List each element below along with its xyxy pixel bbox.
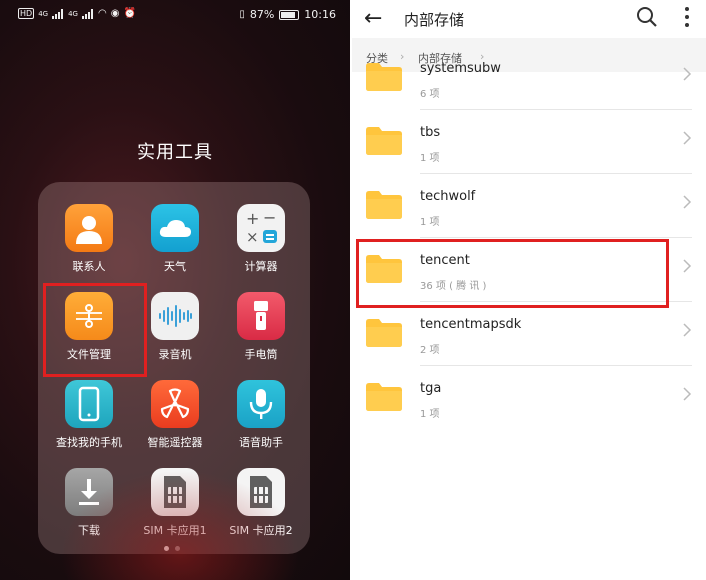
find-phone-icon: [65, 380, 113, 428]
file-name: systemsubw: [420, 61, 501, 76]
page-dot: [175, 546, 180, 551]
app-label: 联系人: [72, 260, 106, 273]
file-meta: 1 项: [420, 153, 440, 164]
app-sim1[interactable]: SIM 卡应用1: [127, 468, 223, 538]
remote-icon: [151, 380, 199, 428]
folder-icon: [366, 383, 402, 411]
voice-assistant-icon: [237, 380, 285, 428]
app-voice-assistant[interactable]: 语音助手: [213, 380, 309, 450]
weather-icon: [151, 204, 199, 252]
signal-icon: [52, 8, 64, 19]
chevron-right-icon: [683, 195, 692, 209]
app-label: 智能遥控器: [147, 436, 203, 449]
alarm-icon: ⏰: [123, 8, 136, 19]
chevron-right-icon: [683, 323, 692, 337]
app-label: 查找我的手机: [56, 436, 122, 449]
svg-text:×: ×: [246, 228, 259, 246]
file-meta: 1 项: [420, 217, 440, 228]
battery-percent: 87%: [249, 8, 275, 21]
hd-indicator: HD: [18, 8, 35, 19]
list-item[interactable]: tga 1 项: [352, 366, 706, 430]
file-name: tbs: [420, 125, 441, 140]
app-weather[interactable]: 天气: [127, 204, 223, 274]
page-indicator: [164, 546, 180, 551]
list-item[interactable]: systemsubw 6 项: [352, 46, 706, 110]
eye-icon: ◉: [110, 8, 120, 19]
clock: 10:16: [304, 8, 336, 21]
app-calculator[interactable]: + − × 计算器: [213, 204, 309, 274]
sim-icon: [237, 468, 285, 516]
wifi-icon: ◠: [97, 8, 107, 19]
app-sim2[interactable]: SIM 卡应用2: [213, 468, 309, 538]
folder-icon: [366, 319, 402, 347]
app-remote[interactable]: 智能遥控器: [127, 380, 223, 450]
file-meta: 2 项: [420, 345, 440, 356]
vibrate-icon: ▯: [239, 9, 245, 20]
file-manager-screen: ← 内部存储 分类 › 内部存储 › systemsubw 6 项 tbs 1 …: [352, 0, 706, 580]
recorder-icon: [151, 292, 199, 340]
top-app-bar: ← 内部存储: [352, 0, 706, 38]
page-dot: [164, 546, 169, 551]
app-label: SIM 卡应用2: [229, 524, 293, 537]
app-flashlight[interactable]: 手电筒: [213, 292, 309, 362]
home-screen: HD 4G 4G ◠ ◉ ⏰ ▯ 87% 10:16 实用工具 联系人 天气 +…: [0, 0, 350, 580]
sim-icon: [151, 468, 199, 516]
folder-title: 实用工具: [137, 142, 213, 163]
highlight-box: [356, 239, 669, 308]
download-icon: [65, 468, 113, 516]
chevron-right-icon: [683, 67, 692, 81]
list-item[interactable]: tencentmapsdk 2 项: [352, 302, 706, 366]
page-title: 内部存储: [404, 11, 465, 29]
app-label: SIM 卡应用1: [143, 524, 207, 537]
back-arrow-icon[interactable]: ←: [364, 6, 382, 31]
folder-icon: [366, 63, 402, 91]
flashlight-icon: [237, 292, 285, 340]
net-label-2: 4G: [68, 9, 78, 18]
file-meta: 6 项: [420, 89, 440, 100]
contacts-icon: [65, 204, 113, 252]
app-label: 计算器: [244, 260, 278, 273]
chevron-right-icon: [683, 131, 692, 145]
file-name: tencentmapsdk: [420, 317, 522, 332]
battery-icon: [279, 9, 300, 20]
list-item[interactable]: techwolf 1 项: [352, 174, 706, 238]
app-contacts[interactable]: 联系人: [41, 204, 137, 274]
file-name: tga: [420, 381, 442, 396]
app-label: 手电筒: [244, 348, 278, 361]
folder-icon: [366, 191, 402, 219]
file-meta: 1 项: [420, 409, 440, 420]
list-item[interactable]: tbs 1 项: [352, 110, 706, 174]
app-label: 语音助手: [239, 436, 283, 449]
search-icon[interactable]: [636, 6, 658, 28]
folder-icon: [366, 127, 402, 155]
svg-text:+: +: [246, 209, 259, 228]
chevron-right-icon: [683, 259, 692, 273]
app-find-phone[interactable]: 查找我的手机: [41, 380, 137, 450]
file-name: techwolf: [420, 189, 476, 204]
screenshot: HD 4G 4G ◠ ◉ ⏰ ▯ 87% 10:16 实用工具 联系人 天气 +…: [0, 0, 706, 580]
svg-text:−: −: [263, 208, 276, 227]
app-label: 下载: [78, 524, 100, 537]
chevron-right-icon: [683, 387, 692, 401]
calculator-icon: + − ×: [237, 204, 285, 252]
more-options-icon[interactable]: [684, 6, 690, 28]
net-label-1: 4G: [38, 9, 49, 18]
status-bar: HD 4G 4G ◠ ◉ ⏰ ▯ 87% 10:16: [0, 0, 350, 30]
app-download[interactable]: 下载: [41, 468, 137, 538]
app-label: 天气: [164, 260, 186, 273]
signal-icon-2: [81, 8, 94, 19]
highlight-box: [43, 283, 147, 377]
